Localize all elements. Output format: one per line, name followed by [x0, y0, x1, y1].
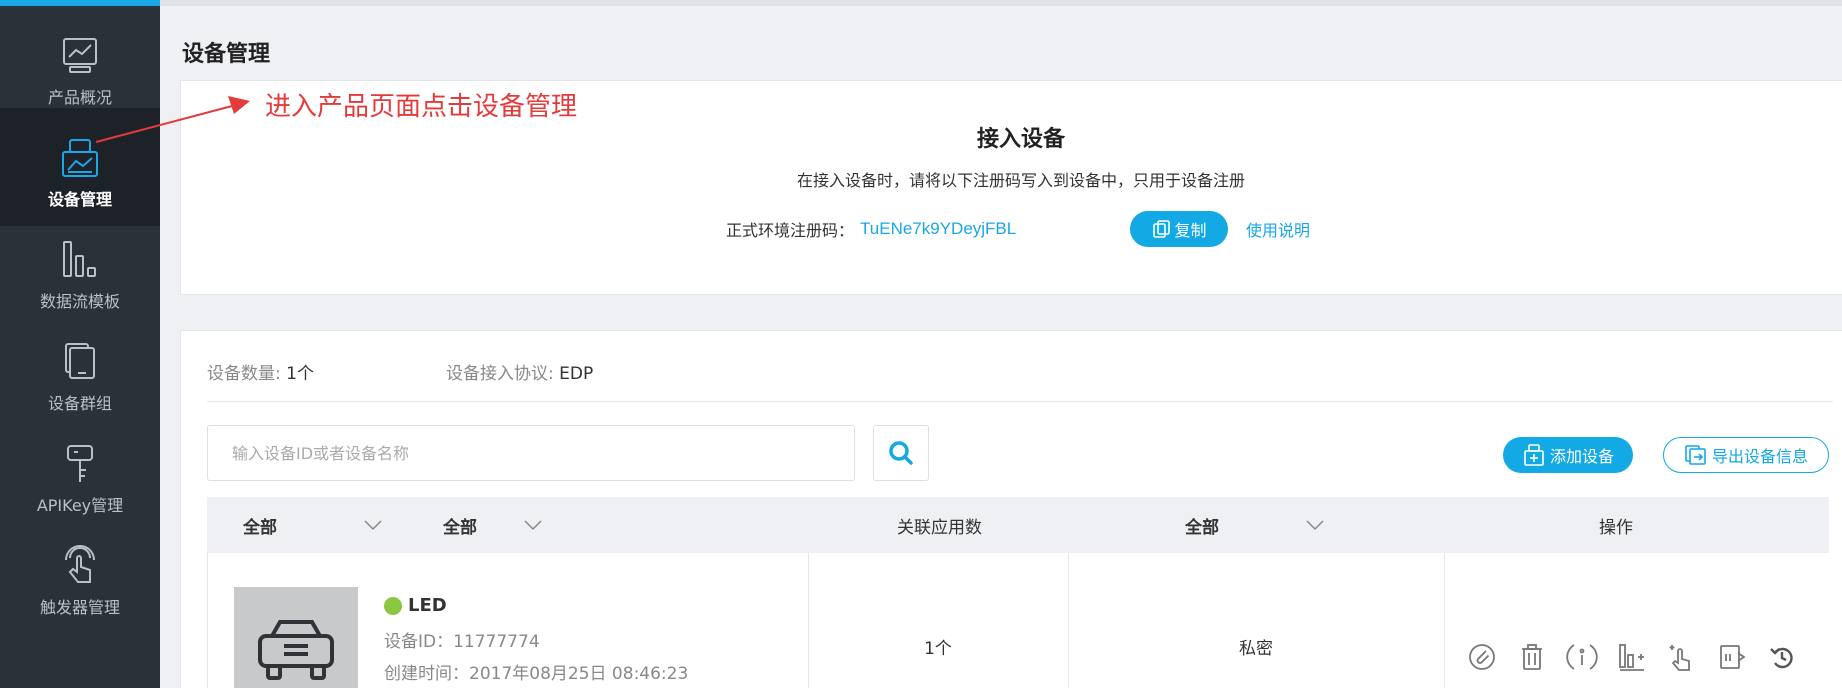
- column-divider: [1444, 553, 1445, 688]
- key-icon: [58, 442, 102, 486]
- table-row: LED 设备ID：11777774 创建时间：2017年08月25日 08:46…: [207, 553, 1829, 688]
- chevron-down-icon: [524, 520, 542, 531]
- sidebar-item-datastream-template[interactable]: 数据流模板: [0, 210, 160, 328]
- sidebar-item-device-group[interactable]: 设备群组: [0, 312, 160, 430]
- search-icon: [889, 441, 913, 465]
- device-count-label: 设备数量:: [207, 364, 287, 384]
- sidebar: 产品概况 设备管理 数据流模板 设备群组 APIKey管理 触发器管理: [0, 0, 160, 688]
- sidebar-item-trigger[interactable]: 触发器管理: [0, 516, 160, 634]
- device-protocol: 设备接入协议: EDP: [446, 359, 593, 384]
- search-input[interactable]: [207, 425, 855, 481]
- reg-code-value: TuENe7k9YDeyjFBL: [860, 219, 1017, 238]
- device-count: 设备数量: 1个: [207, 359, 314, 384]
- export-device-info-button[interactable]: 导出设备信息: [1663, 437, 1829, 473]
- copy-button-label: 复制: [1174, 221, 1207, 240]
- chart-screen-icon: [58, 34, 102, 78]
- device-thumbnail: [234, 587, 358, 688]
- top-strip: [160, 0, 1842, 6]
- device-privacy: 私密: [1239, 638, 1273, 659]
- help-link[interactable]: 使用说明: [1246, 217, 1310, 241]
- device-box-icon: [58, 136, 102, 180]
- sidebar-item-label: 产品概况: [47, 88, 112, 107]
- datastream-icon[interactable]: [1616, 641, 1648, 673]
- registration-row: 正式环境注册码： TuENe7k9YDeyjFBL 复制 使用说明: [726, 211, 1310, 247]
- filter-label: 全部: [443, 517, 477, 538]
- attach-icon[interactable]: [1466, 641, 1498, 673]
- delete-icon[interactable]: [1516, 641, 1548, 673]
- status-dot: [384, 597, 402, 615]
- copy-button[interactable]: 复制: [1130, 211, 1229, 247]
- sidebar-item-apikey[interactable]: APIKey管理: [0, 414, 160, 532]
- copy-icon: [1152, 220, 1170, 238]
- divider: [207, 401, 1833, 402]
- chevron-down-icon: [364, 520, 382, 531]
- search-button[interactable]: [873, 425, 929, 481]
- add-device-icon: [1524, 444, 1544, 466]
- reg-code-label: 正式环境注册码：: [726, 221, 855, 240]
- page-title: 设备管理: [182, 42, 271, 67]
- device-name[interactable]: LED: [408, 595, 447, 616]
- command-icon[interactable]: [1666, 641, 1698, 673]
- sidebar-item-label: 设备管理: [47, 190, 112, 209]
- export-label: 导出设备信息: [1711, 447, 1808, 466]
- sidebar-item-label: 数据流模板: [39, 292, 120, 311]
- add-device-label: 添加设备: [1549, 447, 1614, 466]
- export-icon: [1685, 445, 1706, 465]
- sidebar-item-product-overview[interactable]: 产品概况: [0, 6, 160, 124]
- device-created-time: 创建时间：2017年08月25日 08:46:23: [384, 664, 689, 684]
- filter-dropdown-3[interactable]: 全部: [1185, 497, 1325, 553]
- table-header: 全部 全部 关联应用数 全部 操作: [207, 497, 1829, 553]
- device-protocol-value: EDP: [559, 364, 594, 384]
- annotation-text: 进入产品页面点击设备管理: [265, 92, 578, 122]
- filter-dropdown-1[interactable]: 全部: [243, 497, 383, 553]
- chevron-down-icon: [1306, 520, 1324, 531]
- row-actions: [1466, 641, 1798, 673]
- device-protocol-label: 设备接入协议:: [445, 364, 560, 384]
- export-data-icon[interactable]: [1716, 641, 1748, 673]
- device-group-icon: [58, 340, 102, 384]
- device-id: 设备ID：11777774: [384, 632, 540, 652]
- device-apps-count: 1个: [924, 638, 952, 659]
- datastream-bars-icon: [58, 238, 102, 282]
- filter-dropdown-2[interactable]: 全部: [443, 497, 543, 553]
- sidebar-item-device-management[interactable]: 设备管理: [0, 108, 160, 226]
- sidebar-item-label: 触发器管理: [39, 598, 120, 617]
- reset-icon[interactable]: [1766, 641, 1798, 673]
- device-stats: 设备数量: 1个 设备接入协议: EDP: [207, 359, 593, 384]
- device-list-card: 设备数量: 1个 设备接入协议: EDP 添加设备: [180, 330, 1842, 688]
- filter-label: 全部: [1185, 517, 1219, 538]
- access-description: 在接入设备时，请将以下注册码写入到设备中，只用于设备注册: [796, 171, 1245, 190]
- access-title: 接入设备: [976, 127, 1065, 152]
- add-device-button[interactable]: 添加设备: [1503, 437, 1633, 473]
- column-header-ops: 操作: [1599, 517, 1633, 538]
- info-icon[interactable]: [1566, 641, 1598, 673]
- device-count-value: 1个: [286, 364, 314, 384]
- sidebar-item-label: APIKey管理: [36, 496, 124, 515]
- sidebar-item-label: 设备群组: [47, 394, 112, 413]
- trigger-hand-icon: [58, 544, 102, 588]
- column-header-apps: 关联应用数: [897, 517, 982, 538]
- filter-label: 全部: [243, 517, 277, 538]
- car-icon: [258, 620, 334, 680]
